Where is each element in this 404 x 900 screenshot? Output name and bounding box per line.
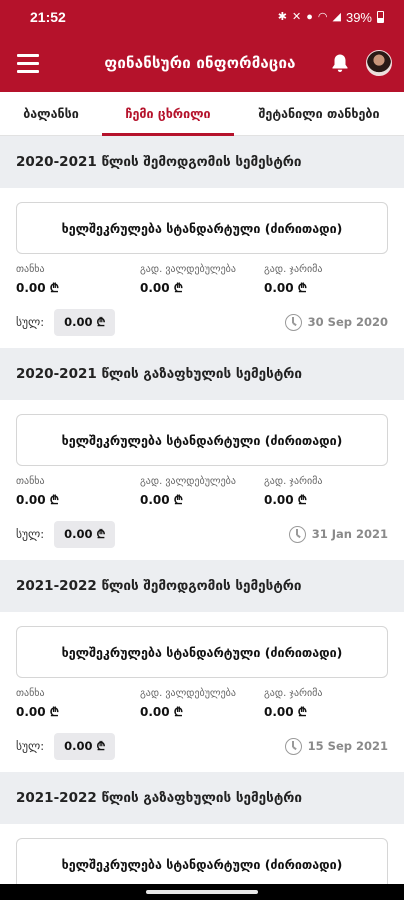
app-bar: ფინანსური ინფორმაცია (0, 34, 404, 92)
page-title: ფინანსური ინფორმაცია (104, 54, 296, 72)
amounts-row: თანხა 0.00 ₾ გად. ვალდებულება 0.00 ₾ გად. … (16, 474, 388, 510)
semester-title: 2020-2021 წლის გაზაფხულის სემესტრი (16, 366, 302, 382)
semester-card: ხელშეკრულება სტანდარტული (ძირითადი) თანხ… (0, 612, 404, 772)
clock-icon (288, 525, 306, 543)
semester-card: ხელშეკრულება სტანდარტული (ძირითადი) თანხ… (0, 188, 404, 348)
mute-icon: ✕ (292, 10, 302, 23)
battery-percent: 39% (345, 9, 372, 25)
contract-button[interactable]: ხელშეკრულება სტანდარტული (ძირითადი) (16, 838, 388, 890)
tab-label: შეტანილი თანხები (258, 106, 380, 121)
obligation-value: 0.00 ₾ (140, 281, 184, 295)
semester-title: 2020-2021 წლის შემოდგომის სემესტრი (16, 154, 302, 170)
amounts-row: თანხა 0.00 ₾ გად. ვალდებულება 0.00 ₾ გად. … (16, 262, 388, 298)
tab-bar: ბალანსი ჩემი ცხრილი შეტანილი თანხები (0, 92, 404, 136)
tab-balance[interactable]: ბალანსი (0, 92, 102, 135)
menu-icon[interactable] (0, 34, 56, 92)
amount-label: თანხა (16, 688, 45, 699)
amount-label: თანხა (16, 476, 45, 487)
obligation-value: 0.00 ₾ (140, 493, 184, 507)
card-footer: სულ: 0.00 ₾ 30 Sep 2020 (16, 308, 388, 336)
contract-button[interactable]: ხელშეკრულება სტანდარტული (ძირითადი) (16, 414, 388, 466)
tab-payments[interactable]: შეტანილი თანხები (234, 92, 404, 135)
penalty-label: გად. ჯარიმა (264, 264, 323, 275)
total-label: სულ: (16, 527, 45, 541)
obligation-label: გად. ვალდებულება (140, 476, 236, 487)
clock-icon (284, 737, 302, 755)
location-icon: ● (306, 10, 313, 23)
bluetooth-icon: ✱ (277, 10, 288, 23)
total-label: სულ: (16, 315, 45, 329)
due-date: 31 Jan 2021 (311, 527, 388, 541)
total-value: 0.00 ₾ (54, 308, 116, 336)
obligation-label: გად. ვალდებულება (140, 688, 236, 699)
obligation-label: გად. ვალდებულება (140, 264, 236, 275)
status-time: 21:52 (30, 9, 66, 25)
status-bar: 21:52 ✱ ✕ ● ◠ ◢ 39% (0, 0, 404, 34)
penalty-value: 0.00 ₾ (264, 705, 308, 719)
notification-bell-icon[interactable] (322, 34, 358, 92)
penalty-value: 0.00 ₾ (264, 493, 308, 507)
clock-icon (284, 313, 302, 331)
amount-value: 0.00 ₾ (16, 493, 60, 507)
tab-label: ჩემი ცხრილი (125, 106, 211, 121)
due-date: 15 Sep 2021 (307, 739, 388, 753)
card-footer: სულ: 0.00 ₾ 31 Jan 2021 (16, 520, 388, 548)
system-nav-bar (0, 884, 404, 900)
amounts-row: თანხა 0.00 ₾ გად. ვალდებულება 0.00 ₾ გად. … (16, 686, 388, 722)
tab-my-schedule[interactable]: ჩემი ცხრილი (102, 92, 234, 136)
total-value: 0.00 ₾ (54, 520, 116, 548)
amount-label: თანხა (16, 264, 45, 275)
semester-card: ხელშეკრულება სტანდარტული (ძირითადი) თანხ… (0, 400, 404, 560)
wifi-icon: ◠ (317, 10, 328, 23)
battery-icon (377, 11, 384, 23)
contract-button[interactable]: ხელშეკრულება სტანდარტული (ძირითადი) (16, 202, 388, 254)
card-footer: სულ: 0.00 ₾ 15 Sep 2021 (16, 732, 388, 760)
tab-label: ბალანსი (23, 106, 79, 121)
total-value: 0.00 ₾ (54, 732, 116, 760)
semester-title: 2021-2022 წლის შემოდგომის სემესტრი (16, 578, 302, 594)
penalty-label: გად. ჯარიმა (264, 476, 323, 487)
signal-icon: ◢ (332, 10, 341, 23)
semester-title: 2021-2022 წლის გაზაფხულის სემესტრი (16, 790, 302, 806)
contract-button[interactable]: ხელშეკრულება სტანდარტული (ძირითადი) (16, 626, 388, 678)
due-date: 30 Sep 2020 (307, 315, 388, 329)
amount-value: 0.00 ₾ (16, 705, 60, 719)
total-label: სულ: (16, 739, 45, 753)
avatar[interactable] (366, 50, 392, 76)
status-icons: ✱ ✕ ● ◠ ◢ 39% (278, 10, 384, 25)
penalty-value: 0.00 ₾ (264, 281, 308, 295)
schedule-list: 2020-2021 წლის შემოდგომის სემესტრი ხელშე… (0, 136, 404, 900)
home-gesture-bar[interactable] (146, 890, 258, 894)
penalty-label: გად. ჯარიმა (264, 688, 323, 699)
obligation-value: 0.00 ₾ (140, 705, 184, 719)
amount-value: 0.00 ₾ (16, 281, 60, 295)
